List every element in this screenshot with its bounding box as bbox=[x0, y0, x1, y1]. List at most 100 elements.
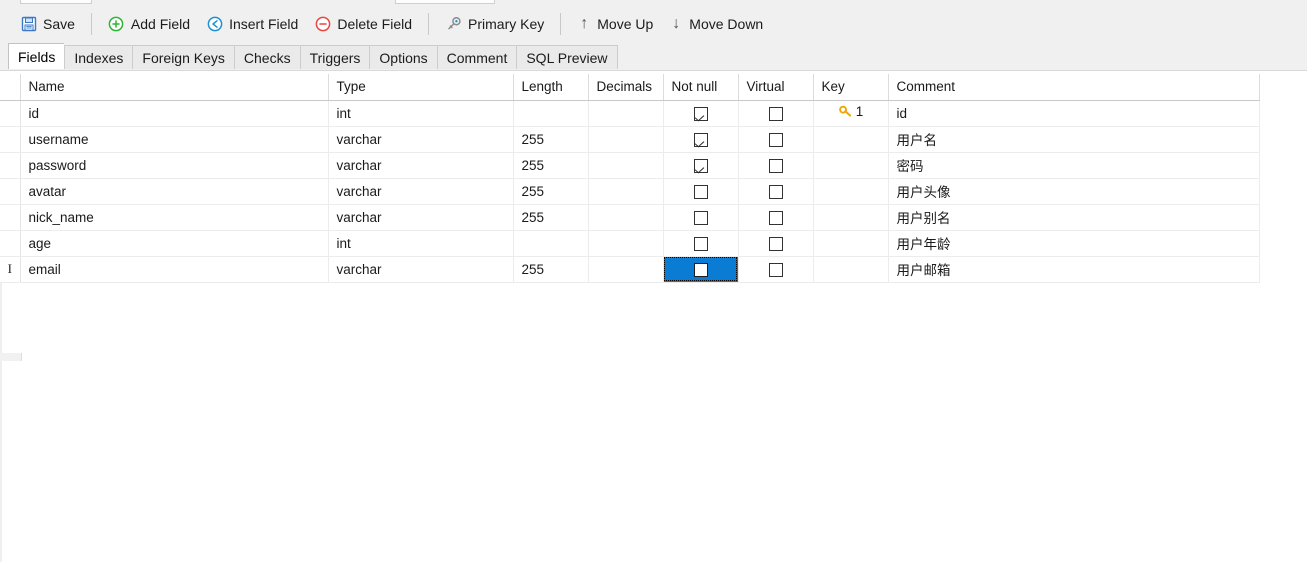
tab-options[interactable]: Options bbox=[369, 45, 437, 69]
cell-key[interactable] bbox=[813, 178, 889, 205]
cell-decimals[interactable] bbox=[588, 100, 664, 127]
table-row[interactable]: password varchar 255 密码 bbox=[0, 152, 1260, 179]
cell-decimals[interactable] bbox=[588, 152, 664, 179]
tab-indexes[interactable]: Indexes bbox=[64, 45, 133, 69]
checkbox-virtual[interactable] bbox=[768, 184, 783, 199]
cell-length[interactable] bbox=[513, 230, 589, 257]
checkbox-virtual[interactable] bbox=[768, 158, 783, 173]
cell-key[interactable] bbox=[813, 256, 889, 283]
add-field-button[interactable]: Add Field bbox=[100, 9, 198, 39]
cell-decimals[interactable] bbox=[588, 126, 664, 153]
checkbox-virtual[interactable] bbox=[768, 106, 783, 121]
cell-length[interactable]: 255 bbox=[513, 256, 589, 283]
cell-comment[interactable]: 用户年龄 bbox=[888, 230, 1260, 257]
cell-type[interactable]: varchar bbox=[328, 256, 514, 283]
cell-virtual[interactable] bbox=[738, 152, 814, 179]
delete-field-button[interactable]: Delete Field bbox=[306, 9, 420, 39]
table-row[interactable]: Iemail varchar 255 用户邮箱 bbox=[0, 256, 1260, 283]
cell-length[interactable]: 255 bbox=[513, 178, 589, 205]
row-header-gutter[interactable] bbox=[0, 152, 21, 179]
cell-comment[interactable]: 用户名 bbox=[888, 126, 1260, 153]
cell-decimals[interactable] bbox=[588, 204, 664, 231]
checkbox-notnull[interactable] bbox=[693, 184, 708, 199]
cell-comment[interactable]: 用户别名 bbox=[888, 204, 1260, 231]
cell-virtual[interactable] bbox=[738, 126, 814, 153]
cell-name[interactable]: username bbox=[20, 126, 329, 153]
cell-comment[interactable]: id bbox=[888, 100, 1260, 127]
cell-key[interactable] bbox=[813, 126, 889, 153]
tab-comment[interactable]: Comment bbox=[436, 45, 517, 69]
checkbox-virtual[interactable] bbox=[768, 210, 783, 225]
cell-virtual[interactable] bbox=[738, 256, 814, 283]
cell-notnull[interactable] bbox=[663, 204, 739, 231]
cell-length[interactable]: 255 bbox=[513, 126, 589, 153]
row-header-gutter[interactable]: I bbox=[0, 256, 21, 283]
cell-type[interactable]: int bbox=[328, 230, 514, 257]
table-row[interactable]: age int 用户年龄 bbox=[0, 230, 1260, 257]
cell-name[interactable]: email bbox=[20, 256, 329, 283]
cell-notnull[interactable] bbox=[663, 100, 739, 127]
cell-decimals[interactable] bbox=[588, 230, 664, 257]
move-up-button[interactable]: ↑ Move Up bbox=[569, 9, 661, 39]
table-row[interactable]: username varchar 255 用户名 bbox=[0, 126, 1260, 153]
save-button[interactable]: Save bbox=[12, 9, 83, 39]
cell-decimals[interactable] bbox=[588, 178, 664, 205]
column-header-name[interactable]: Name bbox=[20, 74, 329, 101]
column-header-type[interactable]: Type bbox=[328, 74, 514, 101]
cell-notnull[interactable] bbox=[663, 230, 739, 257]
primary-key-button[interactable]: Primary Key bbox=[437, 9, 552, 39]
cell-name[interactable]: id bbox=[20, 100, 329, 127]
cell-comment[interactable]: 用户头像 bbox=[888, 178, 1260, 205]
table-row[interactable]: id int 1 id bbox=[0, 100, 1260, 127]
column-header-key[interactable]: Key bbox=[813, 74, 889, 101]
checkbox-notnull[interactable] bbox=[693, 132, 708, 147]
cell-virtual[interactable] bbox=[738, 100, 814, 127]
tab-triggers[interactable]: Triggers bbox=[299, 45, 370, 69]
checkbox-notnull[interactable] bbox=[693, 106, 708, 121]
cell-type[interactable]: varchar bbox=[328, 178, 514, 205]
row-header-gutter[interactable] bbox=[0, 230, 21, 257]
column-header-notnull[interactable]: Not null bbox=[663, 74, 739, 101]
cell-virtual[interactable] bbox=[738, 204, 814, 231]
row-header-gutter[interactable] bbox=[0, 204, 21, 231]
cell-decimals[interactable] bbox=[588, 256, 664, 283]
column-header-virtual[interactable]: Virtual bbox=[738, 74, 814, 101]
cell-type[interactable]: int bbox=[328, 100, 514, 127]
cell-notnull[interactable] bbox=[663, 126, 739, 153]
cell-notnull[interactable] bbox=[663, 178, 739, 205]
checkbox-virtual[interactable] bbox=[768, 236, 783, 251]
checkbox-virtual[interactable] bbox=[768, 262, 783, 277]
tab-checks[interactable]: Checks bbox=[233, 45, 300, 69]
cell-key[interactable] bbox=[813, 204, 889, 231]
cell-type[interactable]: varchar bbox=[328, 152, 514, 179]
cell-comment[interactable]: 密码 bbox=[888, 152, 1260, 179]
tab-fields[interactable]: Fields bbox=[8, 43, 65, 69]
cell-length[interactable]: 255 bbox=[513, 152, 589, 179]
cell-name[interactable]: nick_name bbox=[20, 204, 329, 231]
cell-type[interactable]: varchar bbox=[328, 126, 514, 153]
row-header-gutter[interactable] bbox=[0, 126, 21, 153]
table-row[interactable]: avatar varchar 255 用户头像 bbox=[0, 178, 1260, 205]
cell-key[interactable] bbox=[813, 152, 889, 179]
cell-name[interactable]: password bbox=[20, 152, 329, 179]
checkbox-notnull[interactable] bbox=[693, 236, 708, 251]
checkbox-virtual[interactable] bbox=[768, 132, 783, 147]
row-header-gutter[interactable] bbox=[0, 100, 21, 127]
insert-field-button[interactable]: Insert Field bbox=[198, 9, 306, 39]
checkbox-notnull[interactable] bbox=[693, 158, 708, 173]
column-header-length[interactable]: Length bbox=[513, 74, 589, 101]
cell-length[interactable]: 255 bbox=[513, 204, 589, 231]
cell-name[interactable]: age bbox=[20, 230, 329, 257]
cell-key[interactable]: 1 bbox=[813, 100, 889, 127]
column-header-comment[interactable]: Comment bbox=[888, 74, 1260, 101]
cell-virtual[interactable] bbox=[738, 230, 814, 257]
checkbox-notnull[interactable] bbox=[693, 262, 708, 277]
row-header-gutter[interactable] bbox=[0, 178, 21, 205]
checkbox-notnull[interactable] bbox=[693, 210, 708, 225]
cell-key[interactable] bbox=[813, 230, 889, 257]
tab-sql-preview[interactable]: SQL Preview bbox=[516, 45, 618, 69]
cell-comment[interactable]: 用户邮箱 bbox=[888, 256, 1260, 283]
cell-notnull-selected[interactable] bbox=[663, 256, 739, 283]
cell-virtual[interactable] bbox=[738, 178, 814, 205]
table-row[interactable]: nick_name varchar 255 用户别名 bbox=[0, 204, 1260, 231]
